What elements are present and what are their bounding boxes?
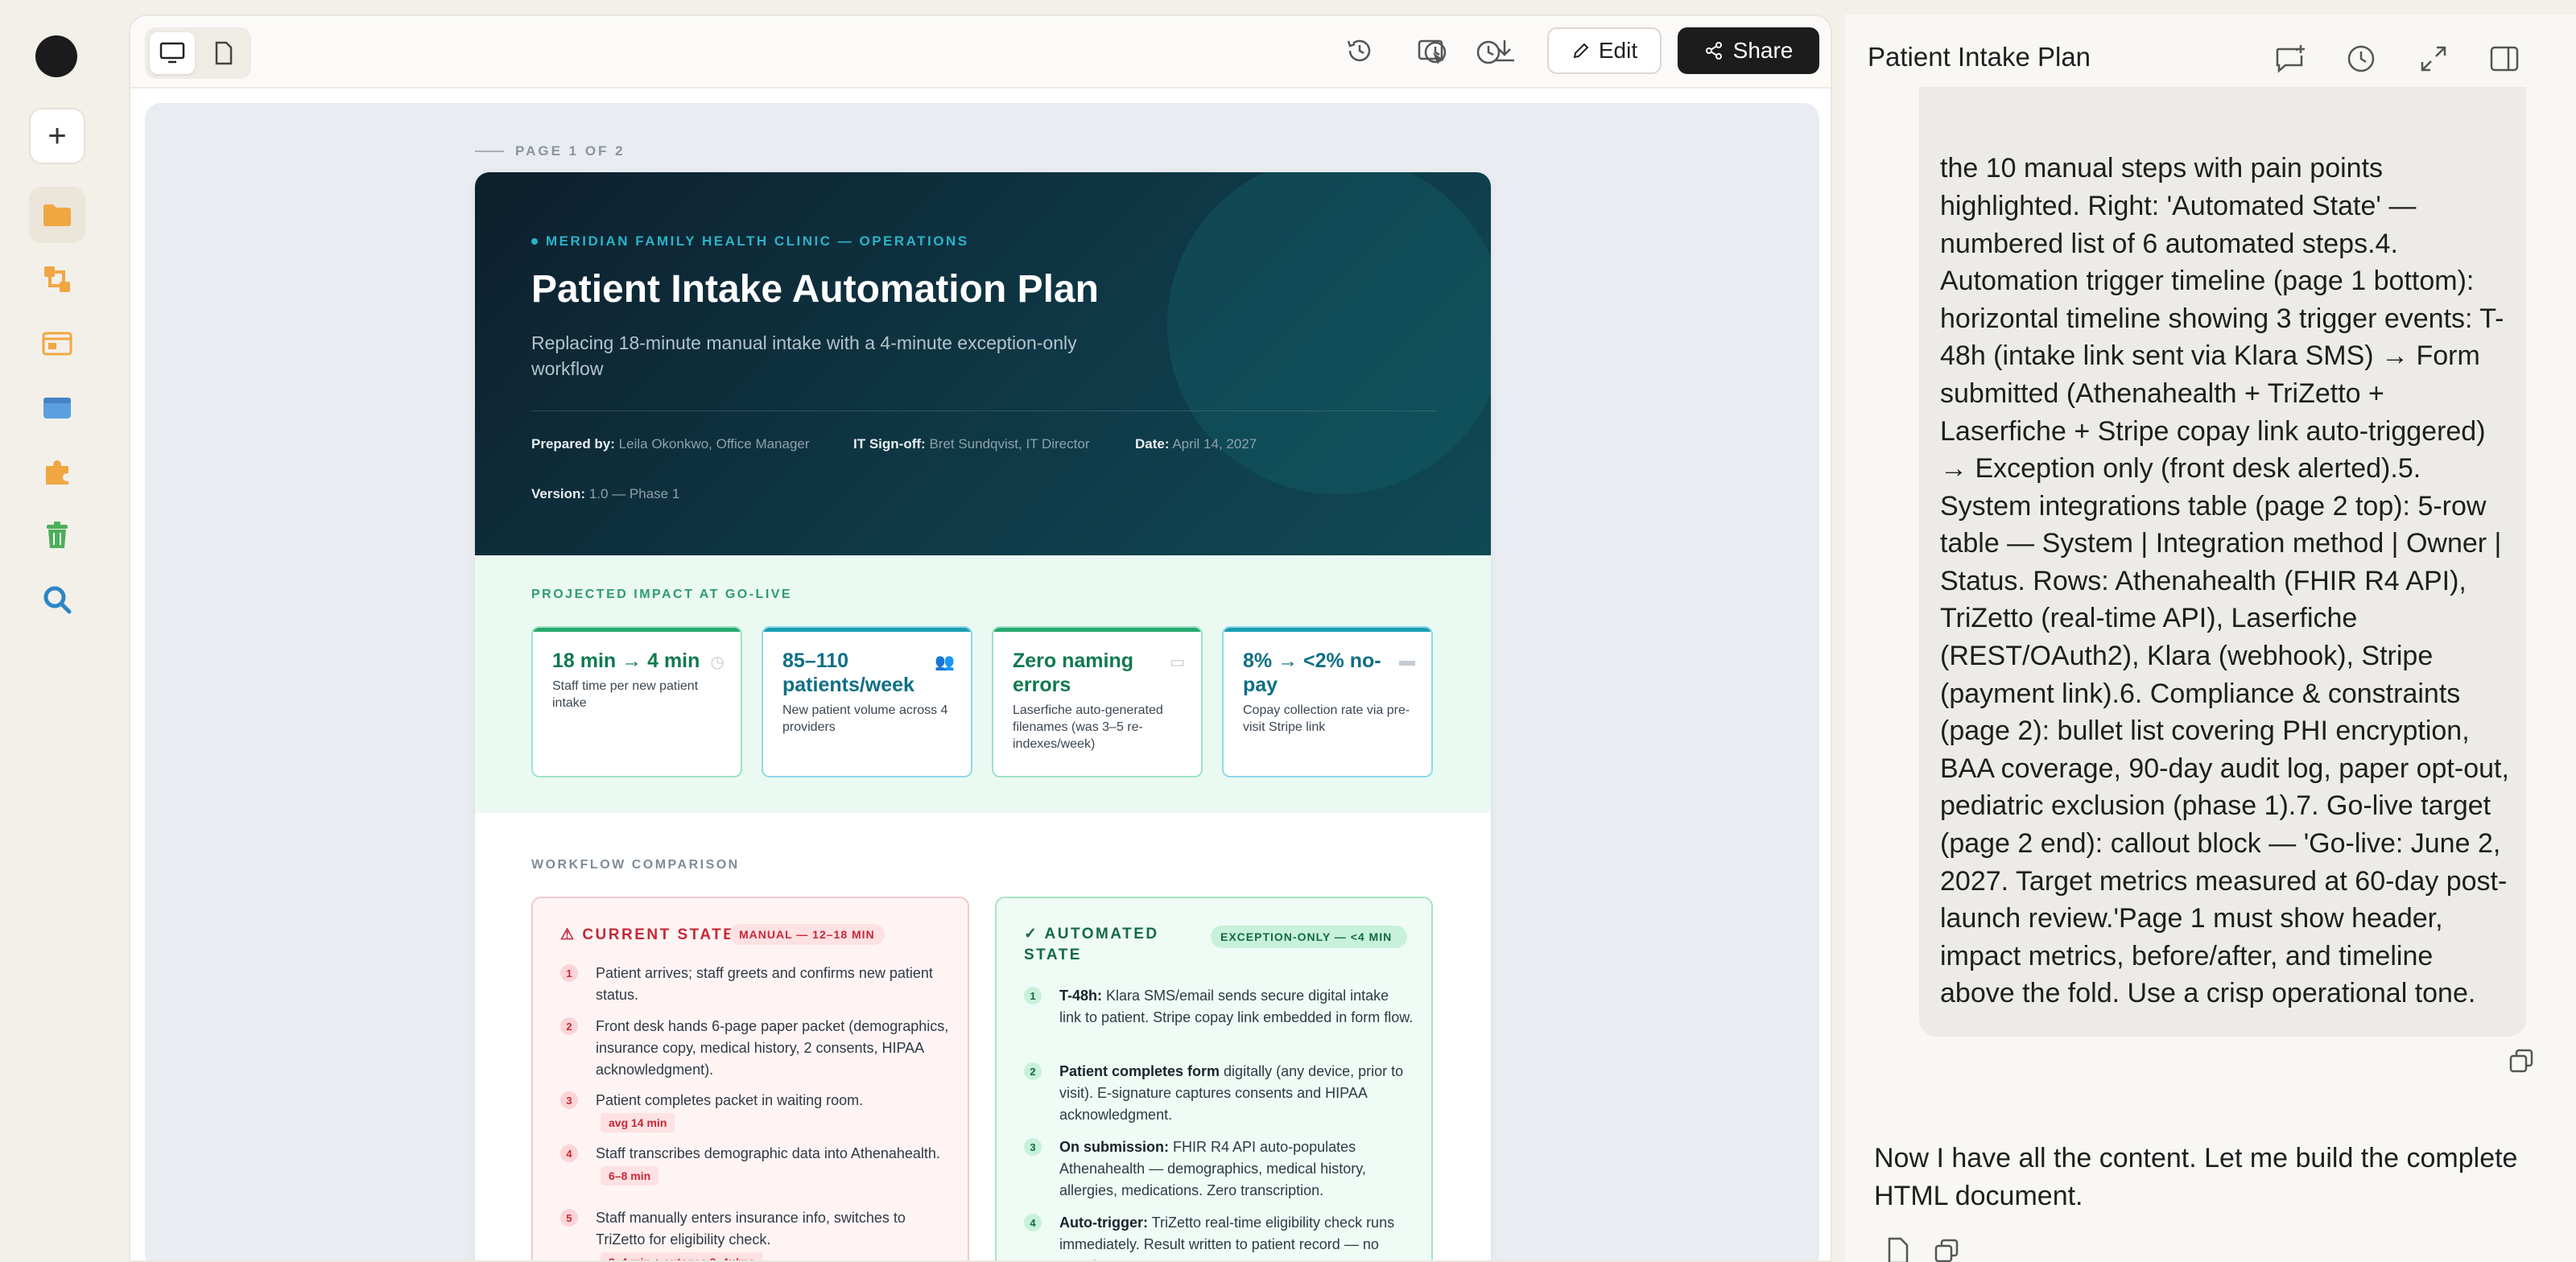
add-comment-icon[interactable] <box>2272 40 2309 77</box>
doc-subtitle: Replacing 18-minute manual intake with a… <box>531 332 1077 379</box>
document-view-icon[interactable] <box>201 32 246 74</box>
doc-title: Patient Intake Automation Plan <box>531 268 1099 311</box>
share-button[interactable]: Share <box>1678 27 1819 74</box>
doc-header: MERIDIAN FAMILY HEALTH CLINIC — OPERATIO… <box>475 172 1491 555</box>
browser-icon[interactable] <box>29 316 85 372</box>
meta-signoff: IT Sign-off: Bret Sundqvist, IT Director <box>853 436 1090 452</box>
pain-tag: 3–4 min + outages 2–4×/mo <box>601 1252 764 1260</box>
impact-value: 18 min → 4 min <box>552 650 700 672</box>
share-button-label: Share <box>1732 38 1794 63</box>
meta-version: Version: 1.0 — Phase 1 <box>531 486 680 501</box>
impact-card: 85–110 patients/week 👥 New patient volum… <box>762 626 972 777</box>
impact-desc: Laserfiche auto-generated filenames (was… <box>1013 703 1163 751</box>
clock-icon[interactable] <box>2343 40 2380 77</box>
clock-icon: ◷ <box>710 654 724 671</box>
impact-card: 8% → <2% no-pay ▬ Copay collection rate … <box>1222 626 1433 777</box>
automated-state-title: ✓ AUTOMATED STATE <box>1024 926 1159 963</box>
impact-value: Zero naming errors <box>1013 650 1134 696</box>
document-page: MERIDIAN FAMILY HEALTH CLINIC — OPERATIO… <box>475 172 1491 1260</box>
impact-value: 8% → <2% no-pay <box>1243 650 1381 696</box>
window-icon[interactable] <box>29 380 85 436</box>
file-icon[interactable] <box>1882 1235 1914 1262</box>
impact-card: 18 min → 4 min ◷ Staff time per new pati… <box>531 626 742 777</box>
edit-button-label: Edit <box>1598 38 1638 63</box>
desktop-view-icon[interactable] <box>150 32 195 74</box>
workflow-icon[interactable] <box>29 251 85 307</box>
impact-card: Zero naming errors ▭ Laserfiche auto-gen… <box>992 626 1203 777</box>
doc-eyebrow: MERIDIAN FAMILY HEALTH CLINIC — OPERATIO… <box>531 233 969 250</box>
pain-tag: 6–8 min <box>601 1166 659 1186</box>
people-icon: 👥 <box>935 654 955 671</box>
copy-icon[interactable] <box>2504 1043 2539 1078</box>
meta-date: Date: April 14, 2027 <box>1135 436 1257 452</box>
impact-label: PROJECTED IMPACT AT GO-LIVE <box>531 588 793 601</box>
download-icon[interactable] <box>1486 32 1523 69</box>
impact-desc: New patient volume across 4 providers <box>782 703 948 734</box>
chat-panel: Patient Intake Plan the 10 manual steps … <box>1845 14 2576 1262</box>
puzzle-icon[interactable] <box>29 444 85 501</box>
left-rail: + <box>0 0 116 1262</box>
search-icon[interactable] <box>29 571 85 628</box>
share-icon <box>1705 42 1722 60</box>
copy-icon[interactable] <box>1930 1235 1963 1262</box>
expand-icon[interactable] <box>2415 40 2452 77</box>
current-state-pill: MANUAL — 12–18 MIN <box>729 924 885 945</box>
edit-button[interactable]: Edit <box>1547 27 1662 74</box>
new-chat-button[interactable]: + <box>29 108 85 164</box>
impact-desc: Staff time per new patient intake <box>552 679 699 710</box>
pencil-icon <box>1573 43 1589 59</box>
automated-state-column: ✓ AUTOMATED STATE EXCEPTION-ONLY — <4 MI… <box>995 897 1433 1260</box>
meta-prepared-by: Prepared by: Leila Okonkwo, Office Manag… <box>531 436 810 452</box>
trash-icon[interactable] <box>29 507 85 563</box>
workflow-label: WORKFLOW COMPARISON <box>531 858 740 872</box>
user-message: the 10 manual steps with pain points hig… <box>1919 87 2526 1037</box>
automated-state-pill: EXCEPTION-ONLY — <4 MIN <box>1211 926 1407 948</box>
version-history-icon[interactable] <box>1341 32 1378 69</box>
impact-desc: Copay collection rate via pre-visit Stri… <box>1243 703 1410 734</box>
divider <box>531 410 1436 411</box>
page-label: PAGE 1 OF 2 <box>475 143 625 159</box>
impact-value: 85–110 patients/week <box>782 650 914 696</box>
app-logo[interactable] <box>35 35 77 77</box>
current-state-title: ⚠ CURRENT STATE <box>560 926 736 943</box>
user-message-text: the 10 manual steps with pain points hig… <box>1940 153 2509 1009</box>
sidebar-toggle-icon[interactable] <box>2486 40 2523 77</box>
document-viewer: Edit Share PAGE 1 OF 2 MERIDIAN FAMILY H… <box>129 14 1832 1262</box>
pain-tag: avg 14 min <box>601 1113 675 1132</box>
folder-icon[interactable] <box>29 187 85 243</box>
assistant-message: Now I have all the content. Let me build… <box>1874 1143 2518 1211</box>
annotate-icon[interactable] <box>1414 32 1451 69</box>
card-icon: ▬ <box>1399 652 1415 670</box>
chat-title: Patient Intake Plan <box>1868 42 2091 72</box>
view-toggle <box>145 27 251 79</box>
document-canvas[interactable]: PAGE 1 OF 2 MERIDIAN FAMILY HEALTH CLINI… <box>145 103 1819 1260</box>
folder-icon: ▭ <box>1170 654 1185 671</box>
current-state-column: ⚠ CURRENT STATE MANUAL — 12–18 MIN 1 Pat… <box>531 897 969 1260</box>
